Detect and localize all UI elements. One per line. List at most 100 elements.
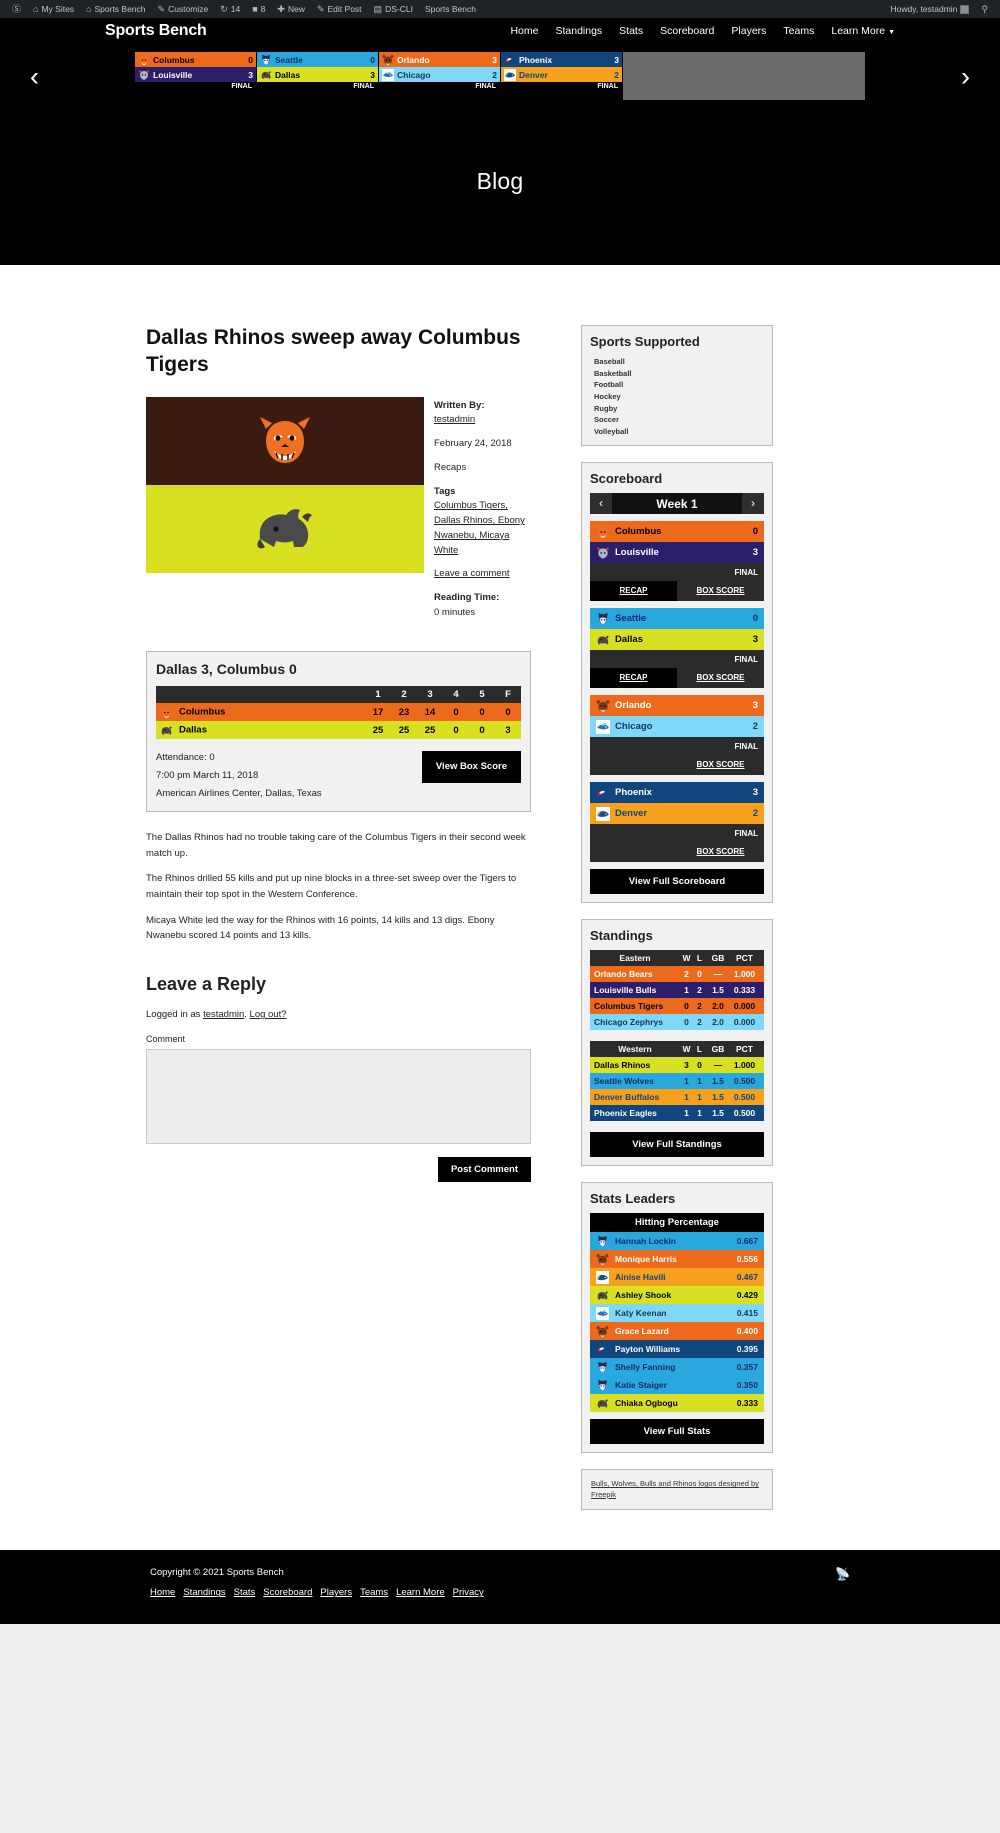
box-score-link[interactable]: BOX SCORE <box>677 842 764 862</box>
footer-nav-teams[interactable]: Teams <box>360 1587 388 1598</box>
meta-leave-comment-link[interactable]: Leave a comment <box>434 568 510 579</box>
nav-item-home[interactable]: Home <box>510 25 538 37</box>
view-box-score-button[interactable]: View Box Score <box>421 751 521 783</box>
admin-bar-ds-cli[interactable]: ▤ DS-CLI <box>368 0 419 18</box>
linescore-score-cell: 17 <box>372 706 384 718</box>
stats-leader-row[interactable]: Chiaka Ogbogu 0.333 <box>590 1394 764 1413</box>
wordpress-icon: Ⓢ <box>12 3 22 14</box>
week-navigator: ‹ Week 1 › <box>590 493 764 515</box>
scoreboard-game[interactable]: Orlando 3 Chicago 2 FINAL BOX SCORE <box>590 695 764 776</box>
scoreboard-game[interactable]: Phoenix 3 Denver 2 FINAL BOX SCORE <box>590 782 764 863</box>
stats-leader-row[interactable]: Katy Keenan 0.415 <box>590 1304 764 1323</box>
main-column: Dallas Rhinos sweep away Columbus Tigers <box>146 325 531 1510</box>
box-score-link[interactable]: BOX SCORE <box>677 755 764 775</box>
carousel-next-icon[interactable]: › <box>961 63 970 91</box>
view-full-standings-button[interactable]: View Full Standings <box>590 1132 764 1158</box>
meta-tags-links[interactable]: Columbus Tigers, Dallas Rhinos, Ebony Nw… <box>434 500 525 555</box>
footer-copyright: Copyright © 2021 Sports Bench <box>150 1567 284 1579</box>
stats-leader-row[interactable]: Shelly Fanning 0.357 <box>590 1358 764 1377</box>
view-full-scoreboard-button[interactable]: View Full Scoreboard <box>590 869 764 895</box>
standings-pct: 0.500 <box>733 1076 756 1087</box>
carousel-game[interactable]: Orlando 3 Chicago 2 FINAL <box>379 52 501 100</box>
wolf-logo-icon <box>596 1235 609 1247</box>
admin-bar-sports-bench[interactable]: Sports Bench <box>419 0 482 18</box>
footer-nav-scoreboard[interactable]: Scoreboard <box>263 1587 312 1598</box>
standings-wins: 1 <box>684 1108 689 1119</box>
carousel-home-score: 2 <box>492 69 497 80</box>
footer-nav-players[interactable]: Players <box>320 1587 352 1598</box>
wolf-logo-icon <box>596 612 610 625</box>
scoreboard-home-row: Denver 2 <box>590 803 764 825</box>
admin-bar-my-sites[interactable]: ⌂ My Sites <box>27 0 80 18</box>
standings-conference-header: Eastern <box>590 950 680 967</box>
standings-wins: 0 <box>684 1001 689 1012</box>
sport-item: Football <box>594 380 624 390</box>
view-full-stats-button[interactable]: View Full Stats <box>590 1419 764 1445</box>
meta-author-link[interactable]: testadmin <box>434 414 475 425</box>
nav-item-players[interactable]: Players <box>731 25 766 37</box>
scoreboard-widget-title: Scoreboard <box>590 471 663 487</box>
comments-heading: Leave a Reply <box>146 974 267 995</box>
logo-credit-link[interactable]: Bulls, Wolves, Bulls and Rhinos logos de… <box>591 1479 759 1499</box>
standings-table: Western W L GB PCT Dallas Rhinos 3 0 — 1.000 Seatt… <box>590 1041 764 1122</box>
admin-bar-customize[interactable]: ✎ Customize <box>152 0 215 18</box>
footer-nav-stats[interactable]: Stats <box>234 1587 256 1598</box>
logout-link[interactable]: Log out? <box>250 1009 287 1020</box>
carousel-game[interactable]: Phoenix 3 Denver 2 FINAL <box>501 52 623 100</box>
carousel-game[interactable]: Columbus 0 Louisville 3 FINAL <box>135 52 257 100</box>
week-prev-icon[interactable]: ‹ <box>590 493 612 515</box>
week-next-icon[interactable]: › <box>742 493 764 515</box>
nav-item-scoreboard[interactable]: Scoreboard <box>660 25 714 37</box>
nav-item-stats[interactable]: Stats <box>619 25 643 37</box>
admin-bar-edit-post[interactable]: ✎ Edit Post <box>311 0 368 18</box>
footer-nav-standings[interactable]: Standings <box>183 1587 225 1598</box>
page-title: Blog <box>476 168 524 194</box>
footer-nav-privacy[interactable]: Privacy <box>453 1587 484 1598</box>
admin-bar-site-name[interactable]: ⌂ Sports Bench <box>80 0 151 18</box>
logged-in-username[interactable]: testadmin <box>203 1009 244 1020</box>
comment-textarea[interactable] <box>146 1049 531 1145</box>
box-score-link[interactable]: BOX SCORE <box>677 581 764 601</box>
nav-item-learn-more[interactable]: Learn More ▼ <box>831 25 895 37</box>
stats-leader-row[interactable]: Grace Lazard 0.400 <box>590 1322 764 1341</box>
carousel-game[interactable]: Seattle 0 Dallas 3 FINAL <box>257 52 379 100</box>
box-score-link[interactable]: BOX SCORE <box>677 668 764 688</box>
stats-leader-row[interactable]: Katie Staiger 0.350 <box>590 1376 764 1395</box>
standings-table: Eastern W L GB PCT Orlando Bears 2 0—1.000 Louis… <box>590 950 764 1031</box>
rss-icon[interactable]: 📡 <box>835 1567 850 1581</box>
standings-losses: 0 <box>697 1060 702 1071</box>
scoreboard-away-name: Orlando <box>615 700 652 712</box>
standings-row: Denver Buffalos 1 1 1.5 0.500 <box>590 1089 764 1106</box>
meta-reading-time-block: Reading Time: 0 minutes <box>434 591 531 620</box>
stats-leader-row[interactable]: Ashley Shook 0.429 <box>590 1286 764 1305</box>
carousel-prev-icon[interactable]: ‹ <box>30 63 39 91</box>
stats-leader-row[interactable]: Monique Harris 0.556 <box>590 1250 764 1269</box>
admin-bar-updates[interactable]: ↻ 14 <box>214 0 246 18</box>
admin-bar-wordpress-logo[interactable]: Ⓢ <box>6 0 27 18</box>
nav-item-standings[interactable]: Standings <box>555 25 602 37</box>
admin-bar-howdy[interactable]: Howdy, testadmin <box>884 0 975 18</box>
standings-col-header: L <box>693 950 706 967</box>
wp-admin-bar: Ⓢ ⌂ My Sites ⌂ Sports Bench ✎ Customize … <box>0 0 1000 18</box>
recap-link[interactable]: RECAP <box>590 581 677 602</box>
admin-bar-customize-label: Customize <box>168 4 209 14</box>
scoreboard-game[interactable]: Columbus 0 Louisville 3 FINAL RECAP BOX SCORE <box>590 521 764 602</box>
scoreboard-game[interactable]: Seattle 0 Dallas 3 FINAL RECAP BOX SCORE <box>590 608 764 689</box>
recap-link[interactable]: RECAP <box>590 668 677 689</box>
meta-tags-block: Tags Columbus Tigers, Dallas Rhinos, Ebo… <box>434 485 531 559</box>
stats-leader-row[interactable]: Payton Williams 0.395 <box>590 1340 764 1359</box>
stats-leader-row[interactable]: Hannah Lockin 0.667 <box>590 1232 764 1251</box>
sports-supported-list: Baseball Basketball Football Hockey Rugby Soc… <box>590 356 764 437</box>
carousel-away-score: 0 <box>248 54 253 65</box>
admin-bar-new[interactable]: ✚ New <box>271 0 311 18</box>
footer-nav-learn-more[interactable]: Learn More <box>396 1587 445 1598</box>
admin-bar-comments[interactable]: ■ 8 <box>246 0 271 18</box>
post-comment-button[interactable]: Post Comment <box>437 1157 531 1183</box>
admin-bar-search[interactable]: ⚲ <box>975 0 994 18</box>
footer-nav-home[interactable]: Home <box>150 1587 175 1598</box>
scoreboard-game-links: RECAP BOX SCORE <box>590 668 764 689</box>
nav-item-learn-more-label: Learn More <box>831 25 886 37</box>
nav-item-teams[interactable]: Teams <box>783 25 814 37</box>
stats-leader-row[interactable]: Ainise Havili 0.467 <box>590 1268 764 1287</box>
site-brand[interactable]: Sports Bench <box>105 22 207 40</box>
